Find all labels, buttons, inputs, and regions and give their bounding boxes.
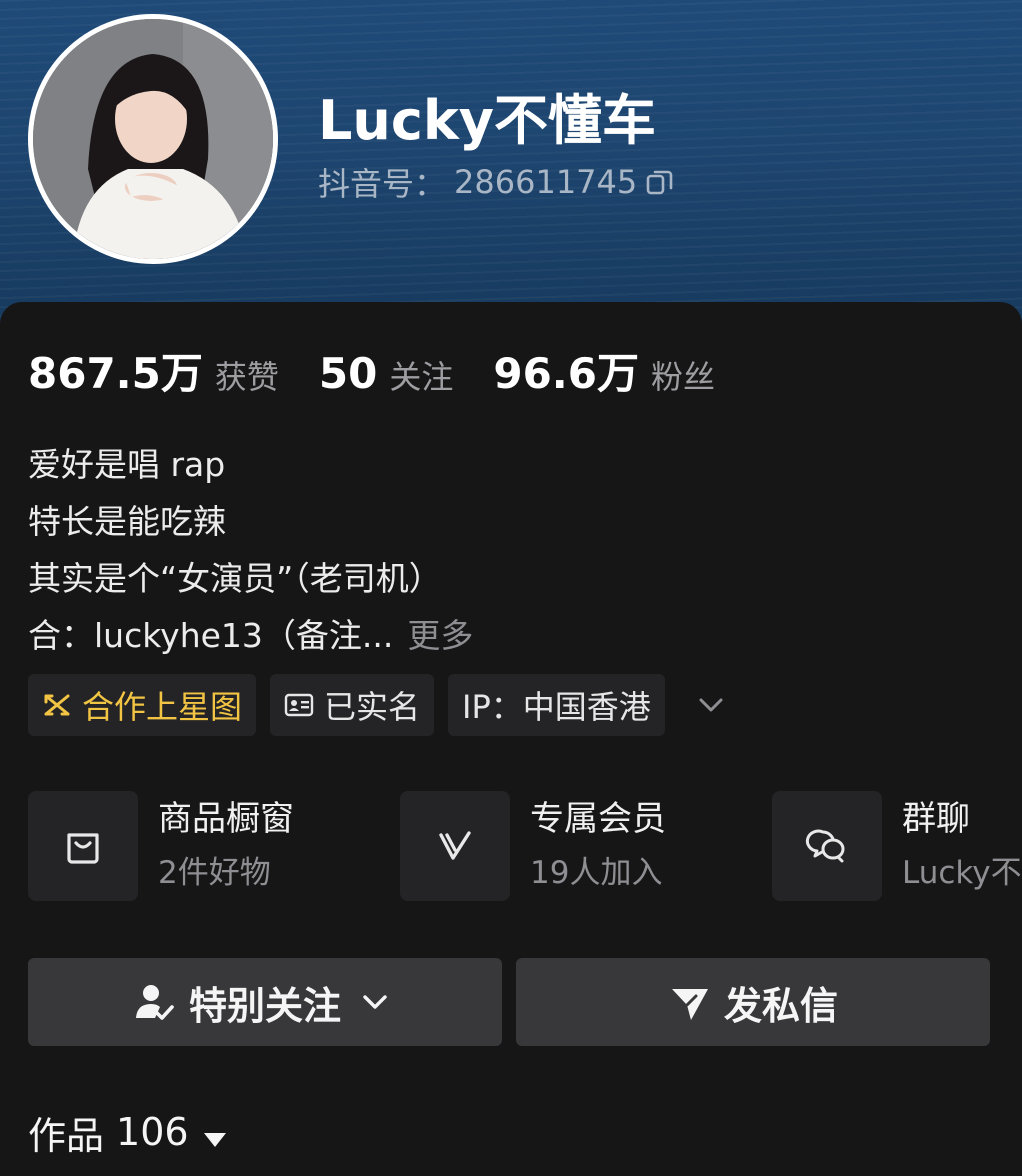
- avatar[interactable]: [28, 14, 278, 264]
- copy-icon[interactable]: [645, 167, 675, 197]
- stat-following-label: 关注: [389, 358, 454, 396]
- avatar-portrait-image: [33, 19, 273, 259]
- profile-banner: Lucky不懂车 抖音号： 286611745: [0, 0, 1022, 330]
- douyin-id-value: 286611745: [454, 163, 638, 201]
- bio: 爱好是唱 rap 特长是能吃辣 其实是个“女演员”（老司机） 合：luckyhe…: [28, 436, 988, 664]
- feature-subtitle: Lucky不: [902, 855, 1022, 891]
- stat-likes-value: 867.5万: [28, 349, 203, 398]
- vip-v-icon: [439, 831, 471, 860]
- bio-line: 爱好是唱 rap: [28, 445, 226, 484]
- feature-group-chat[interactable]: 群聊 Lucky不: [772, 790, 1022, 902]
- works-label: 作品: [28, 1113, 105, 1158]
- verified-tag[interactable]: 已实名: [270, 674, 435, 736]
- feature-icon-box: [400, 791, 510, 901]
- send-arrow-icon: [671, 989, 708, 1020]
- feature-title: 商品橱窗: [158, 799, 294, 839]
- stat-likes-label: 获赞: [214, 358, 279, 396]
- star-map-icon: [42, 690, 72, 720]
- feature-subtitle: 19人加入: [530, 855, 663, 891]
- feature-membership[interactable]: 专属会员 19人加入: [400, 790, 666, 902]
- bio-line: 特长是能吃辣: [28, 502, 226, 541]
- feature-shop-window[interactable]: 商品橱窗 2件好物: [28, 790, 294, 902]
- user-check-icon: [135, 985, 174, 1020]
- profile-page: Lucky不懂车 抖音号： 286611745 867.5万 获赞 50 关注 …: [0, 0, 1022, 1176]
- chevron-down-icon[interactable]: [693, 687, 729, 723]
- stat-following-value: 50: [318, 349, 378, 398]
- stats-row: 867.5万 获赞 50 关注 96.6万 粉丝: [28, 340, 755, 410]
- works-tab[interactable]: 作品 106: [28, 1104, 229, 1160]
- works-count: 106: [116, 1110, 189, 1154]
- bio-line: 其实是个“女演员”（老司机）: [28, 559, 442, 598]
- stat-followers[interactable]: 96.6万 粉丝: [493, 340, 715, 401]
- stat-likes[interactable]: 867.5万 获赞: [28, 340, 279, 401]
- verified-label: 已实名: [324, 688, 421, 726]
- star-map-label: 合作上星图: [82, 688, 243, 726]
- action-buttons: 特别关注 发私信: [28, 958, 990, 1046]
- special-follow-label: 特别关注: [188, 983, 341, 1028]
- group-chat-icon: [805, 829, 845, 863]
- stat-following[interactable]: 50 关注: [319, 349, 453, 398]
- feature-title: 专属会员: [530, 799, 666, 839]
- bio-line-last: 合：luckyhe13（备注... 更多: [28, 607, 988, 664]
- stat-followers-label: 粉丝: [650, 358, 715, 396]
- douyin-id-row: 抖音号： 286611745: [318, 160, 675, 204]
- id-card-icon: [284, 690, 314, 720]
- send-message-label: 发私信: [723, 983, 838, 1028]
- stat-followers-value: 96.6万: [493, 349, 639, 398]
- tag-row: 合作上星图 已实名 IP：中国香港: [28, 674, 729, 736]
- feature-title: 群聊: [902, 799, 970, 839]
- shopping-bag-icon: [67, 833, 99, 864]
- feature-icon-box: [28, 791, 138, 901]
- star-map-tag[interactable]: 合作上星图: [28, 674, 257, 736]
- douyin-id-label: 抖音号：: [318, 165, 447, 203]
- special-follow-button[interactable]: 特别关注: [28, 958, 502, 1046]
- send-message-button[interactable]: 发私信: [516, 958, 990, 1046]
- bio-line-text: 合：luckyhe13（备注...: [28, 616, 394, 655]
- feature-icon-box: [772, 791, 882, 901]
- feature-entries: 商品橱窗 2件好物 专属会员 19人加入 群聊 Lucky不: [28, 790, 1022, 902]
- bio-more-link[interactable]: 更多: [407, 616, 473, 655]
- ip-location-label: IP：中国香港: [462, 688, 651, 726]
- caret-down-icon: [201, 1118, 229, 1147]
- feature-subtitle: 2件好物: [158, 855, 271, 891]
- ip-location-tag: IP：中国香港: [448, 674, 665, 736]
- chevron-down-icon: [363, 995, 387, 1009]
- profile-nickname: Lucky不懂车: [318, 89, 656, 152]
